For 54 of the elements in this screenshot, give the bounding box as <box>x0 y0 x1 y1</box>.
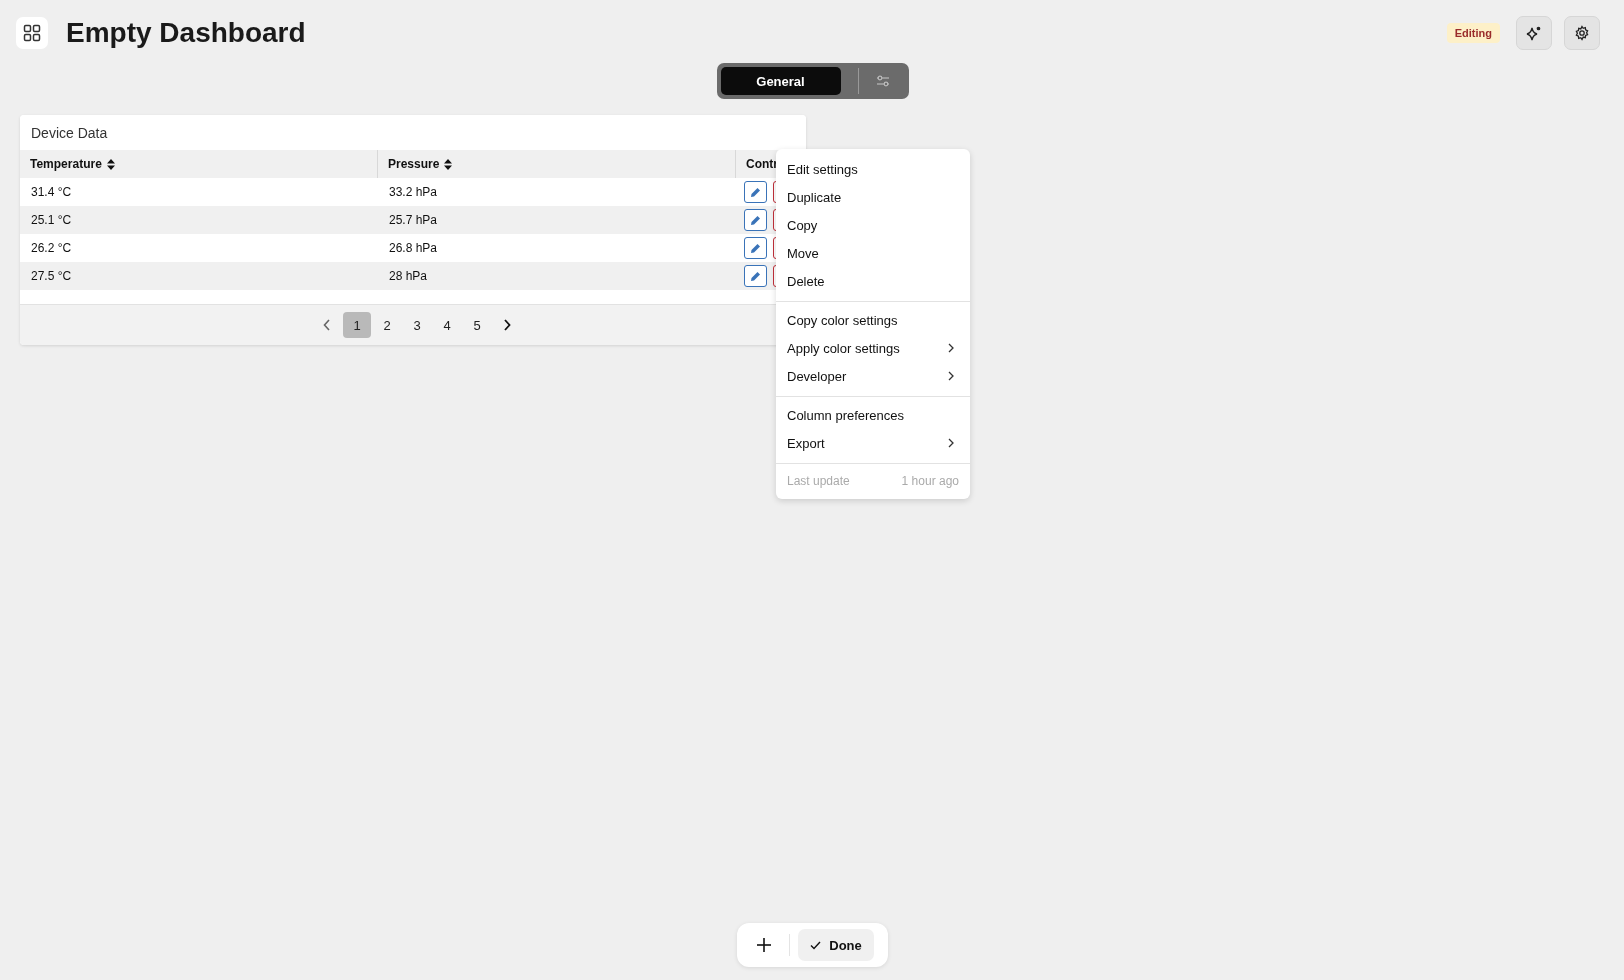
editing-badge: Editing <box>1446 23 1500 43</box>
grid-icon <box>23 24 41 42</box>
table-cell-text: 28 hPa <box>388 269 429 283</box>
sparkle-icon <box>1526 25 1542 41</box>
edit-button[interactable] <box>744 209 767 231</box>
menu-item[interactable]: Apply color settings <box>776 334 970 362</box>
edit-button[interactable] <box>744 265 767 287</box>
chevron-right-icon <box>948 438 954 448</box>
pencil-icon <box>750 214 761 226</box>
menu-item[interactable]: Copy color settings <box>776 306 970 334</box>
edit-button[interactable] <box>744 181 767 203</box>
table-cell-text: 31.4 °C <box>30 185 73 199</box>
general-tab[interactable]: General <box>720 67 841 95</box>
chevron-right-icon <box>503 319 511 331</box>
menu-item[interactable]: Developer <box>776 362 970 390</box>
page-button[interactable]: 5 <box>463 312 491 338</box>
check-icon <box>810 940 822 950</box>
table-cell-text: 26.2 °C <box>30 241 73 255</box>
widget-title: Device Data <box>31 124 108 141</box>
menu-item[interactable]: Column preferences <box>776 401 970 429</box>
done-button[interactable]: Done <box>798 929 874 961</box>
last-update-time: 1 hour ago <box>901 474 959 488</box>
plus-icon <box>757 938 772 952</box>
sort-icon <box>106 158 115 170</box>
sort-icon <box>444 158 453 170</box>
apps-menu-button[interactable] <box>16 17 48 49</box>
table-cell-text: 25.1 °C <box>30 213 73 227</box>
menu-item[interactable]: Export <box>776 429 970 457</box>
menu-item[interactable]: Copy <box>776 211 970 239</box>
table-cell-text: 27.5 °C <box>30 269 73 283</box>
page-button[interactable]: 2 <box>373 312 401 338</box>
sparkle-button[interactable] <box>1516 16 1552 50</box>
chevron-right-icon <box>948 371 954 381</box>
menu-item[interactable]: Duplicate <box>776 183 970 211</box>
settings-icon <box>1574 25 1590 41</box>
table-cell-text: 26.8 hPa <box>388 241 439 255</box>
menu-item[interactable]: Delete <box>776 267 970 295</box>
page-button[interactable]: 4 <box>433 312 461 338</box>
table-cell-text: 33.2 hPa <box>388 185 439 199</box>
pencil-icon <box>750 186 761 198</box>
chevron-left-icon <box>323 319 331 331</box>
sliders-icon <box>875 74 890 88</box>
dashboard-title: Empty Dashboard <box>66 17 306 49</box>
page-button[interactable]: 1 <box>343 312 371 338</box>
settings-button[interactable] <box>1564 16 1600 50</box>
pencil-icon <box>750 242 761 254</box>
edit-button[interactable] <box>744 237 767 259</box>
pencil-icon <box>750 270 761 282</box>
table-cell-text: 25.7 hPa <box>388 213 439 227</box>
page-button[interactable]: 3 <box>403 312 431 338</box>
column-header[interactable]: Temperature <box>20 150 377 178</box>
last-update-label: Last update <box>787 474 850 488</box>
menu-item[interactable]: Move <box>776 239 970 267</box>
chevron-right-icon <box>948 343 954 353</box>
